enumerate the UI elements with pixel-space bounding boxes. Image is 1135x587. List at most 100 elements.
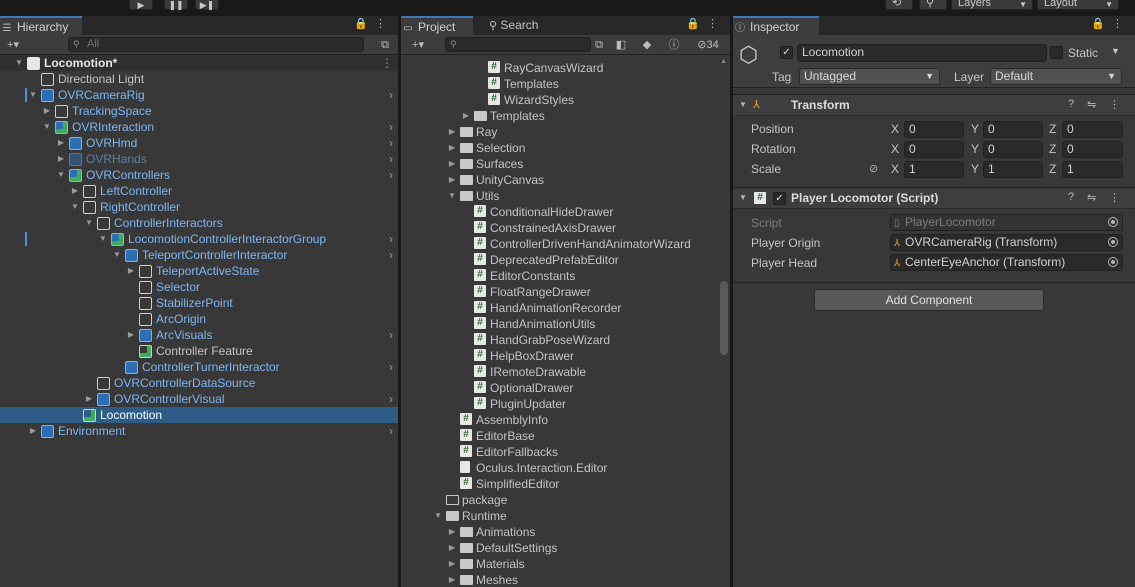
open-prefab-chevron-icon[interactable]: › (389, 391, 393, 407)
object-picker-icon[interactable] (1108, 217, 1118, 227)
foldout-open-icon[interactable]: ▼ (433, 508, 443, 524)
layout-dropdown[interactable]: Layout ▼ (1037, 0, 1119, 10)
hierarchy-row[interactable]: ▼ OVRCameraRig › (0, 87, 398, 103)
create-button[interactable]: +▾ (0, 37, 26, 53)
project-row[interactable]: # RayCanvasWizard (401, 60, 718, 76)
open-prefab-chevron-icon[interactable]: › (389, 327, 393, 343)
project-row[interactable]: ▶ Animations (401, 524, 718, 540)
axis-x-label[interactable]: X (891, 162, 899, 176)
hierarchy-row[interactable]: ▶ LeftController (0, 183, 398, 199)
foldout-open-icon[interactable]: ▼ (98, 231, 108, 247)
lock-icon[interactable]: 🔒 (1091, 18, 1107, 30)
project-row[interactable]: package (401, 492, 718, 508)
layer-dropdown[interactable]: Default ▼ (990, 68, 1122, 85)
hierarchy-row[interactable]: ▼ OVRInteraction › (0, 119, 398, 135)
foldout-open-icon[interactable]: ▼ (14, 55, 24, 71)
hierarchy-row[interactable]: ▶ OVRHands › (0, 151, 398, 167)
project-row[interactable]: # EditorFallbacks (401, 444, 718, 460)
axis-y-label[interactable]: Y (971, 162, 979, 176)
project-row[interactable]: # EditorBase (401, 428, 718, 444)
hierarchy-row[interactable]: ▼ RightController (0, 199, 398, 215)
foldout-open-icon[interactable]: ▼ (56, 167, 66, 183)
foldout-closed-icon[interactable]: ▶ (84, 391, 94, 407)
foldout-closed-icon[interactable]: ▶ (447, 540, 457, 556)
project-row[interactable]: # EditorConstants (401, 268, 718, 284)
project-row[interactable]: # HelpBoxDrawer (401, 348, 718, 364)
foldout-open-icon[interactable]: ▼ (42, 119, 52, 135)
kebab-menu-icon[interactable]: ⋮ (1109, 98, 1120, 111)
step-button[interactable]: ▶❚ (195, 0, 219, 10)
project-row[interactable]: ▶ Selection (401, 140, 718, 156)
project-row[interactable]: ▶ Ray (401, 124, 718, 140)
rotation-label[interactable]: Rotation (751, 142, 796, 156)
hierarchy-row[interactable]: ▼ LocomotionControllerInteractorGroup › (0, 231, 398, 247)
hierarchy-row[interactable]: Controller Feature (0, 343, 398, 359)
component-enabled-checkbox[interactable]: ✓ (773, 192, 786, 205)
kebab-menu-icon[interactable]: ⋮ (1109, 191, 1120, 204)
filter-by-type-button[interactable]: ◧ (612, 37, 630, 53)
static-checkbox[interactable] (1050, 46, 1063, 59)
open-prefab-chevron-icon[interactable]: › (389, 359, 393, 375)
play-button[interactable]: ▶ (129, 0, 153, 10)
foldout-closed-icon[interactable]: ▶ (42, 103, 52, 119)
rotation-z-field[interactable]: 0 (1062, 141, 1123, 158)
foldout-arrow-icon[interactable]: ▼ (739, 193, 747, 202)
open-prefab-chevron-icon[interactable]: › (389, 423, 393, 439)
gameobject-cube-icon[interactable]: ⬡ (739, 44, 761, 66)
hierarchy-row[interactable]: ▼ ControllerInteractors (0, 215, 398, 231)
rotation-y-field[interactable]: 0 (983, 141, 1043, 158)
hierarchy-search-input[interactable]: ⚲ All (68, 37, 364, 52)
foldout-closed-icon[interactable]: ▶ (447, 556, 457, 572)
project-row[interactable]: ▼ Runtime (401, 508, 718, 524)
position-z-field[interactable]: 0 (1062, 121, 1123, 138)
open-prefab-chevron-icon[interactable]: › (389, 167, 393, 183)
project-row[interactable]: ▶ Materials (401, 556, 718, 572)
hierarchy-row[interactable]: StabilizerPoint (0, 295, 398, 311)
axis-z-label[interactable]: Z (1049, 142, 1056, 156)
project-row[interactable]: # ConstrainedAxisDrawer (401, 220, 718, 236)
preset-icon[interactable]: ⇋ (1087, 191, 1096, 204)
player-head-field[interactable]: ⅄ CenterEyeAnchor (Transform) (890, 254, 1123, 271)
filter-log-button[interactable]: ⓘ (665, 37, 683, 53)
foldout-closed-icon[interactable]: ▶ (28, 423, 38, 439)
open-prefab-chevron-icon[interactable]: › (389, 231, 393, 247)
position-x-field[interactable]: 0 (904, 121, 964, 138)
hierarchy-row[interactable]: ▶ TeleportActiveState (0, 263, 398, 279)
hierarchy-row[interactable]: Selector (0, 279, 398, 295)
project-row[interactable]: # HandAnimationUtils (401, 316, 718, 332)
kebab-menu-icon[interactable]: ⋮ (381, 55, 393, 71)
axis-z-label[interactable]: Z (1049, 122, 1056, 136)
project-row[interactable]: # Templates (401, 76, 718, 92)
lock-icon[interactable]: 🔒 (354, 18, 370, 30)
project-row[interactable]: # HandAnimationRecorder (401, 300, 718, 316)
hierarchy-row[interactable]: Locomotion (0, 407, 398, 423)
hierarchy-row[interactable]: ▶ OVRHmd › (0, 135, 398, 151)
pause-button[interactable]: ❚❚ (164, 0, 188, 10)
axis-x-label[interactable]: X (891, 142, 899, 156)
lock-icon[interactable]: 🔒 (686, 18, 702, 30)
foldout-closed-icon[interactable]: ▶ (56, 151, 66, 167)
foldout-closed-icon[interactable]: ▶ (461, 108, 471, 124)
axis-z-label[interactable]: Z (1049, 162, 1056, 176)
hierarchy-row[interactable]: ▶ Environment › (0, 423, 398, 439)
foldout-open-icon[interactable]: ▼ (112, 247, 122, 263)
object-picker-icon[interactable] (1108, 237, 1118, 247)
hierarchy-row[interactable]: Directional Light (0, 71, 398, 87)
history-button[interactable]: ⟲ (885, 0, 913, 10)
project-row[interactable]: Oculus.Interaction.Editor (401, 460, 718, 476)
script-component-header[interactable]: ▼ # ✓ Player Locomotor (Script) ? ⇋ ⋮ (733, 187, 1135, 209)
project-row[interactable]: # HandGrabPoseWizard (401, 332, 718, 348)
foldout-closed-icon[interactable]: ▶ (56, 135, 66, 151)
project-row[interactable]: # PluginUpdater (401, 396, 718, 412)
project-row[interactable]: ▼ Utils (401, 188, 718, 204)
open-prefab-chevron-icon[interactable]: › (389, 119, 393, 135)
foldout-arrow-icon[interactable]: ▼ (739, 100, 747, 109)
foldout-open-icon[interactable]: ▼ (447, 188, 457, 204)
project-tab-controls[interactable]: 🔒 ⋮ (686, 17, 720, 30)
tab-project[interactable]: ▭ Project (401, 16, 473, 36)
hierarchy-row[interactable]: ArcOrigin (0, 311, 398, 327)
foldout-closed-icon[interactable]: ▶ (447, 572, 457, 587)
scale-x-field[interactable]: 1 (904, 161, 964, 178)
inspector-tab-controls[interactable]: 🔒 ⋮ (1091, 17, 1125, 30)
project-row[interactable]: # WizardStyles (401, 92, 718, 108)
